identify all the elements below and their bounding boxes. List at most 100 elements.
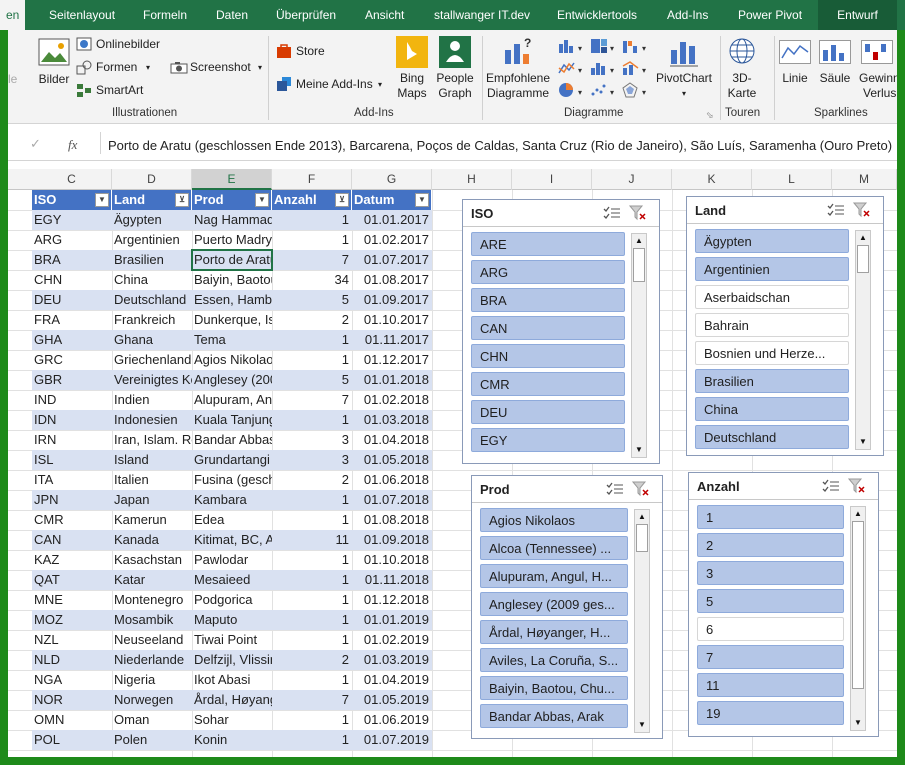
scroll-down-icon[interactable]: ▼	[632, 443, 646, 457]
slicer-anzahl-item[interactable]: 7	[697, 645, 844, 669]
cell-prod[interactable]: Tiwai Point	[192, 630, 272, 650]
cell-anzahl[interactable]: 1	[272, 710, 352, 730]
cell-land[interactable]: Ghana	[112, 330, 192, 350]
slicer-scrollbar[interactable]: ▲ ▼	[631, 233, 647, 458]
cell-anzahl[interactable]: 1	[272, 330, 352, 350]
cell-iso[interactable]: OMN	[32, 710, 112, 730]
dialog-launcher-icon[interactable]: ⬂	[706, 108, 714, 123]
cell-iso[interactable]: ITA	[32, 470, 112, 490]
cell-iso[interactable]: GRC	[32, 350, 112, 370]
multi-select-icon[interactable]	[606, 481, 624, 497]
cell-land[interactable]: Polen	[112, 730, 192, 750]
cell-prod[interactable]: Essen, Hamburg	[192, 290, 272, 310]
cell-iso[interactable]: NGA	[32, 670, 112, 690]
cell-datum[interactable]: 01.12.2017	[352, 350, 432, 370]
slicer-anzahl-item[interactable]: 2	[697, 533, 844, 557]
slicer-iso-item[interactable]: CHN	[471, 344, 625, 368]
store-button[interactable]: Store	[276, 42, 346, 62]
cell-iso[interactable]: ARG	[32, 230, 112, 250]
cell-anzahl[interactable]: 1	[272, 210, 352, 230]
cell-prod[interactable]: Baiyin, Baotou	[192, 270, 272, 290]
scrollbar-thumb[interactable]	[857, 245, 869, 273]
cell-datum[interactable]: 01.04.2019	[352, 670, 432, 690]
column-header-j[interactable]: J	[592, 169, 672, 190]
cell-iso[interactable]: QAT	[32, 570, 112, 590]
slicer-anzahl-item[interactable]: 1	[697, 505, 844, 529]
column-header-g[interactable]: G	[352, 169, 432, 190]
cell-datum[interactable]: 01.09.2018	[352, 530, 432, 550]
slicer-iso-item[interactable]: CAN	[471, 316, 625, 340]
cell-iso[interactable]: KAZ	[32, 550, 112, 570]
3d-karte-button[interactable]: 3D- Karte	[722, 34, 762, 104]
cell-land[interactable]: Island	[112, 450, 192, 470]
tab-ueberpruefen[interactable]: Überprüfen	[276, 0, 336, 30]
cell-datum[interactable]: 01.05.2018	[352, 450, 432, 470]
onlinebilder-button[interactable]: Onlinebilder	[76, 36, 176, 54]
cell-land[interactable]: Frankreich	[112, 310, 192, 330]
slicer-iso-item[interactable]: CMR	[471, 372, 625, 396]
empfohlene-diagramme-button[interactable]: ? Empfohlene Diagramme	[485, 34, 551, 104]
scroll-down-icon[interactable]: ▼	[856, 435, 870, 449]
cell-land[interactable]: Kamerun	[112, 510, 192, 530]
active-cell-selection[interactable]	[191, 249, 273, 271]
cell-iso[interactable]: FRA	[32, 310, 112, 330]
cell-anzahl[interactable]: 1	[272, 230, 352, 250]
tab-daten[interactable]: Daten	[216, 0, 248, 30]
cell-datum[interactable]: 01.11.2017	[352, 330, 432, 350]
tab-entwurf[interactable]: Entwurf	[818, 0, 897, 30]
slicer-iso-item[interactable]: DEU	[471, 400, 625, 424]
multi-select-icon[interactable]	[822, 478, 840, 494]
cell-prod[interactable]: Sohar	[192, 710, 272, 730]
cell-prod[interactable]: Puerto Madryn	[192, 230, 272, 250]
cell-anzahl[interactable]: 7	[272, 390, 352, 410]
cell-datum[interactable]: 01.05.2019	[352, 690, 432, 710]
filter-dropdown-icon[interactable]: ▼	[255, 193, 269, 207]
scroll-up-icon[interactable]: ▲	[635, 510, 649, 524]
cell-anzahl[interactable]: 7	[272, 250, 352, 270]
cell-land[interactable]: Vereinigtes Königreich	[112, 370, 192, 390]
cell-datum[interactable]: 01.01.2019	[352, 610, 432, 630]
cell-prod[interactable]: Podgorica	[192, 590, 272, 610]
slicer-anzahl-item[interactable]: 11	[697, 673, 844, 697]
multi-select-icon[interactable]	[827, 202, 845, 218]
cell-prod[interactable]: Konin	[192, 730, 272, 750]
filter-active-icon[interactable]: ⊻	[335, 193, 349, 207]
slicer-land-item[interactable]: Argentinien	[695, 257, 849, 281]
slicer-anzahl-item[interactable]: 19	[697, 701, 844, 725]
cell-iso[interactable]: JPN	[32, 490, 112, 510]
cell-iso[interactable]: NOR	[32, 690, 112, 710]
slicer-iso-item[interactable]: ARE	[471, 232, 625, 256]
column-header-h[interactable]: H	[432, 169, 512, 190]
cell-iso[interactable]: NLD	[32, 650, 112, 670]
cell-iso[interactable]: MNE	[32, 590, 112, 610]
cell-land[interactable]: Neuseeland	[112, 630, 192, 650]
clear-filter-icon[interactable]	[631, 481, 650, 497]
column-header-c[interactable]: C	[32, 169, 112, 190]
bing-maps-button[interactable]: Bing Maps	[394, 34, 430, 104]
cell-prod[interactable]: Mesaieed	[192, 570, 272, 590]
cell-iso[interactable]: MOZ	[32, 610, 112, 630]
cell-anzahl[interactable]: 1	[272, 670, 352, 690]
cell-datum[interactable]: 01.08.2017	[352, 270, 432, 290]
tab-addins[interactable]: Add-Ins	[667, 0, 708, 30]
cell-prod[interactable]: Årdal, Høyanger	[192, 690, 272, 710]
cell-iso[interactable]: NZL	[32, 630, 112, 650]
cell-iso[interactable]: CAN	[32, 530, 112, 550]
slicer-anzahl-item[interactable]: 5	[697, 589, 844, 613]
combo-chart-icon[interactable]: ▾	[622, 60, 650, 76]
cell-land[interactable]: Norwegen	[112, 690, 192, 710]
slicer-scrollbar[interactable]: ▲ ▼	[850, 506, 866, 731]
line-chart-icon[interactable]: ▾	[558, 60, 586, 76]
cell-land[interactable]: Italien	[112, 470, 192, 490]
cell-datum[interactable]: 01.02.2019	[352, 630, 432, 650]
tab-entwicklertools[interactable]: Entwicklertools	[557, 0, 637, 30]
slicer-iso-item[interactable]: BRA	[471, 288, 625, 312]
slicer-anzahl-item[interactable]: 6	[697, 617, 844, 641]
cell-prod[interactable]: Anglesey (2009)	[192, 370, 272, 390]
cell-anzahl[interactable]: 2	[272, 310, 352, 330]
cell-datum[interactable]: 01.07.2018	[352, 490, 432, 510]
cell-anzahl[interactable]: 34	[272, 270, 352, 290]
cell-anzahl[interactable]: 7	[272, 690, 352, 710]
cell-datum[interactable]: 01.03.2018	[352, 410, 432, 430]
cell-prod[interactable]: Grundartangi	[192, 450, 272, 470]
